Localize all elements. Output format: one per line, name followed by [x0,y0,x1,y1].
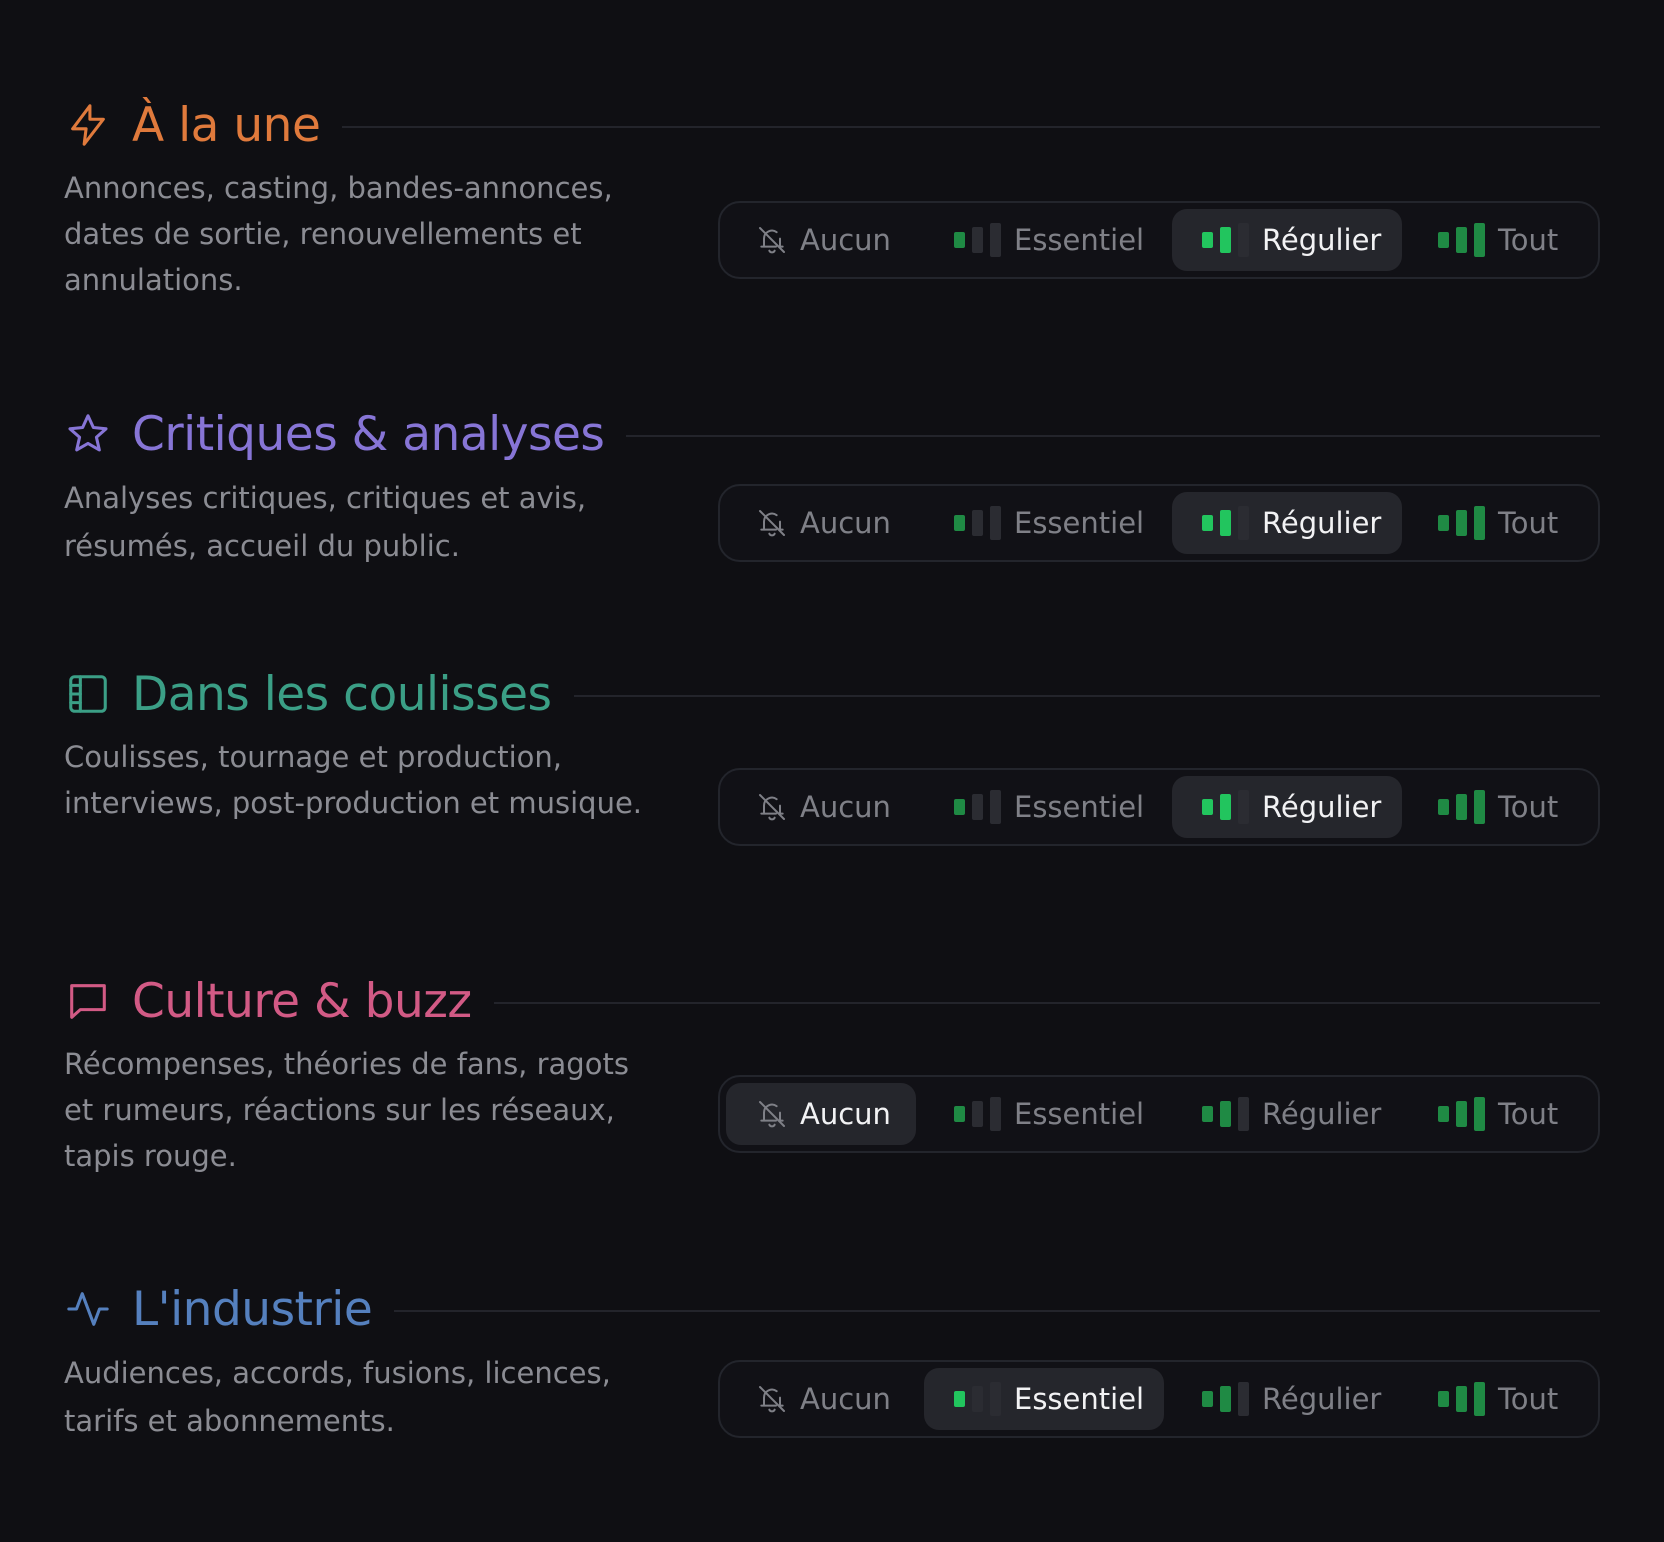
option-aucun[interactable]: Aucun [726,1368,916,1430]
activity-icon [64,1285,112,1333]
section-header: Critiques & analyses [64,402,1600,466]
bolt-icon [64,101,112,149]
section-critiques: Critiques & analyses Analyses critiques,… [64,402,1600,602]
section-description: Annonces, casting, bandes-annonces, date… [64,171,613,297]
option-tout[interactable]: Tout [1410,776,1592,838]
section-divider [493,1002,1600,1004]
option-tout[interactable]: Tout [1410,492,1592,554]
option-aucun[interactable]: Aucun [726,776,916,838]
section-header: À la une [64,93,1600,157]
section-coulisses: Dans les coulisses Coulisses, tournage e… [64,662,1600,882]
option-aucun[interactable]: Aucun [726,492,916,554]
signal-bars-icon [1438,1382,1486,1416]
bell-off-icon [756,224,788,256]
bell-off-icon [756,1098,788,1130]
section-description: Analyses critiques, critiques et avis, r… [64,481,587,563]
signal-bars-icon [1202,790,1250,824]
section-description: Récompenses, théories de fans, ragots et… [64,1047,629,1173]
option-regulier[interactable]: Régulier [1172,776,1402,838]
signal-bars-icon [1202,1097,1250,1131]
signal-bars-icon [954,1382,1002,1416]
option-label: Essentiel [1014,506,1145,540]
section-title: Critiques & analyses [132,406,605,462]
section-divider [394,1310,1600,1312]
option-label: Tout [1498,223,1559,257]
signal-bars-icon [954,223,1002,257]
option-tout[interactable]: Tout [1410,1083,1592,1145]
signal-bars-icon [1202,1382,1250,1416]
frequency-selector: Aucun Essentiel Régulier Tout [718,768,1600,846]
section-description: Coulisses, tournage et production, inter… [64,740,643,820]
option-essentiel[interactable]: Essentiel [924,1368,1164,1430]
option-tout[interactable]: Tout [1410,209,1592,271]
section-divider [342,126,1600,128]
option-label: Essentiel [1014,1097,1145,1131]
option-regulier[interactable]: Régulier [1172,492,1402,554]
bell-off-icon [756,507,788,539]
section-a-la-une: À la une Annonces, casting, bandes-annon… [64,93,1600,313]
option-label: Aucun [800,790,891,824]
signal-bars-icon [1202,506,1250,540]
section-industrie: L'industrie Audiences, accords, fusions,… [64,1277,1600,1477]
option-label: Régulier [1262,506,1382,540]
chat-bubble-icon [64,977,112,1025]
signal-bars-icon [1202,223,1250,257]
option-label: Tout [1498,506,1559,540]
section-title: Dans les coulisses [132,666,552,722]
option-regulier[interactable]: Régulier [1172,1083,1402,1145]
option-label: Régulier [1262,1097,1382,1131]
option-aucun[interactable]: Aucun [726,209,916,271]
option-essentiel[interactable]: Essentiel [924,1083,1164,1145]
star-icon [64,410,112,458]
frequency-selector: Aucun Essentiel Régulier Tout [718,1360,1600,1438]
signal-bars-icon [954,506,1002,540]
section-header: Culture & buzz [64,969,1600,1033]
option-label: Aucun [800,1382,891,1416]
signal-bars-icon [1438,1097,1486,1131]
section-divider [573,695,1600,697]
option-label: Régulier [1262,790,1382,824]
frequency-selector: Aucun Essentiel Régulier Tout [718,484,1600,562]
option-label: Régulier [1262,1382,1382,1416]
signal-bars-icon [954,790,1002,824]
bell-off-icon [756,791,788,823]
option-label: Essentiel [1014,790,1145,824]
frequency-selector: Aucun Essentiel Régulier Tout [718,201,1600,279]
option-label: Tout [1498,790,1559,824]
option-label: Essentiel [1014,223,1145,257]
film-icon [64,670,112,718]
section-title: À la une [132,97,321,153]
section-culture-buzz: Culture & buzz Récompenses, théories de … [64,969,1600,1189]
option-label: Essentiel [1014,1382,1145,1416]
section-description: Audiences, accords, fusions, licences, t… [64,1356,611,1438]
signal-bars-icon [954,1097,1002,1131]
bell-off-icon [756,1383,788,1415]
section-divider [626,435,1600,437]
option-label: Aucun [800,506,891,540]
signal-bars-icon [1438,790,1486,824]
option-label: Tout [1498,1097,1559,1131]
option-tout[interactable]: Tout [1410,1368,1592,1430]
option-regulier[interactable]: Régulier [1172,209,1402,271]
option-label: Aucun [800,223,891,257]
section-header: Dans les coulisses [64,662,1600,726]
option-label: Régulier [1262,223,1382,257]
option-essentiel[interactable]: Essentiel [924,209,1164,271]
frequency-selector: Aucun Essentiel Régulier Tout [718,1075,1600,1153]
option-essentiel[interactable]: Essentiel [924,492,1164,554]
signal-bars-icon [1438,223,1486,257]
option-essentiel[interactable]: Essentiel [924,776,1164,838]
option-aucun[interactable]: Aucun [726,1083,916,1145]
section-title: L'industrie [132,1281,373,1337]
signal-bars-icon [1438,506,1486,540]
section-title: Culture & buzz [132,973,472,1029]
option-label: Aucun [800,1097,891,1131]
option-label: Tout [1498,1382,1559,1416]
section-header: L'industrie [64,1277,1600,1341]
option-regulier[interactable]: Régulier [1172,1368,1402,1430]
